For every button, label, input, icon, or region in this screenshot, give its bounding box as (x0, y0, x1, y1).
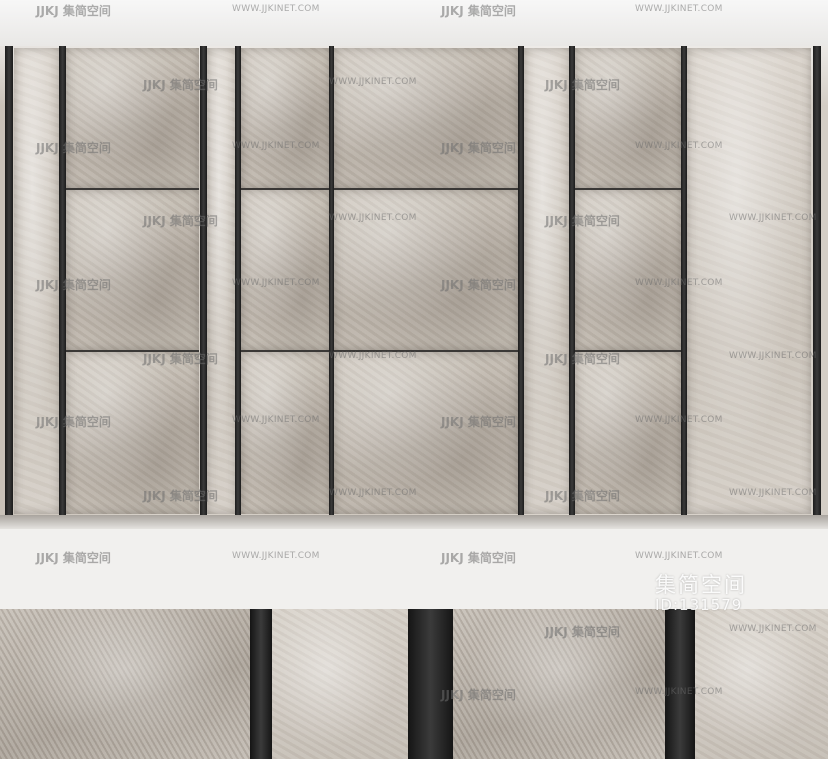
watermark-logo: JJKJ 集简空间 (36, 278, 111, 292)
watermark-url: WWW.JJKINET.COM (329, 488, 417, 498)
watermark-logo: JJKJ 集简空间 (441, 4, 516, 18)
watermark-url: WWW.JJKINET.COM (635, 141, 723, 151)
floor-edge (0, 515, 828, 529)
metal-post (569, 46, 575, 515)
metal-post-closeup (250, 609, 272, 759)
watermark-logo: JJKJ 集简空间 (36, 141, 111, 155)
slab-joint (241, 188, 518, 190)
watermark-url: WWW.JJKINET.COM (329, 213, 417, 223)
watermark-logo: JJKJ 集简空间 (441, 141, 516, 155)
watermark-url: WWW.JJKINET.COM (635, 687, 723, 697)
watermark-url: WWW.JJKINET.COM (729, 213, 817, 223)
watermark-logo: JJKJ 集简空间 (143, 214, 218, 228)
watermark-url: WWW.JJKINET.COM (635, 551, 723, 561)
watermark-logo: JJKJ 集简空间 (545, 489, 620, 503)
watermark-url: WWW.JJKINET.COM (729, 488, 817, 498)
watermark-logo: JJKJ 集简空间 (441, 278, 516, 292)
watermark-logo: JJKJ 集简空间 (36, 4, 111, 18)
watermark-logo: JJKJ 集简空间 (545, 352, 620, 366)
watermark-url: WWW.JJKINET.COM (635, 278, 723, 288)
brand-watermark: 集简空间 (655, 573, 747, 597)
slab-joint (66, 188, 199, 190)
watermark-logo: JJKJ 集简空间 (545, 214, 620, 228)
watermark-logo: JJKJ 集简空间 (143, 489, 218, 503)
metal-post (5, 46, 13, 515)
metal-post-closeup (665, 609, 695, 759)
stone-closeup (272, 609, 408, 759)
watermark-logo: JJKJ 集简空间 (441, 688, 516, 702)
watermark-url: WWW.JJKINET.COM (232, 415, 320, 425)
watermark-logo: JJKJ 集简空间 (36, 415, 111, 429)
watermark-logo: JJKJ 集简空间 (441, 415, 516, 429)
watermark-logo: JJKJ 集简空间 (545, 625, 620, 639)
watermark-logo: JJKJ 集简空间 (441, 551, 516, 565)
stone-slab (334, 48, 518, 188)
watermark-url: WWW.JJKINET.COM (635, 4, 723, 14)
metal-post-closeup (408, 609, 453, 759)
watermark-url: WWW.JJKINET.COM (729, 351, 817, 361)
stone-slab (524, 48, 570, 514)
metal-post (200, 46, 207, 515)
metal-post (518, 46, 524, 515)
watermark-logo: JJKJ 集简空间 (143, 78, 218, 92)
slab-joint (575, 188, 681, 190)
watermark-url: WWW.JJKINET.COM (232, 4, 320, 14)
watermark-url: WWW.JJKINET.COM (232, 141, 320, 151)
watermark-url: WWW.JJKINET.COM (635, 415, 723, 425)
stone-slab (575, 48, 681, 188)
stone-slab (66, 48, 199, 188)
id-watermark: ID:131579 (655, 596, 743, 614)
metal-post (329, 46, 334, 515)
watermark-logo: JJKJ 集简空间 (36, 551, 111, 565)
watermark-url: WWW.JJKINET.COM (232, 278, 320, 288)
stone-slab (241, 190, 330, 350)
watermark-url: WWW.JJKINET.COM (329, 351, 417, 361)
metal-post (813, 46, 821, 515)
watermark-logo: JJKJ 集简空间 (143, 352, 218, 366)
watermark-url: WWW.JJKINET.COM (729, 624, 817, 634)
stone-slab (241, 352, 330, 514)
stone-closeup (0, 609, 250, 759)
watermark-url: WWW.JJKINET.COM (329, 77, 417, 87)
stone-wall-render: JJKJ 集简空间 WWW.JJKINET.COM JJKJ 集简空间 WWW.… (0, 0, 828, 759)
watermark-url: WWW.JJKINET.COM (232, 551, 320, 561)
stone-slab (241, 48, 330, 188)
watermark-logo: JJKJ 集简空间 (545, 78, 620, 92)
